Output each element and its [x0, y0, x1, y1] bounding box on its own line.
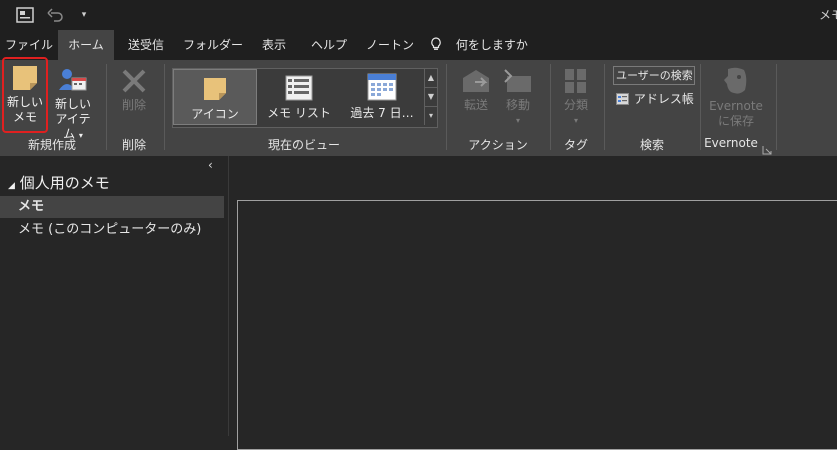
content-area: ‹ ◢ 個人用のメモ メモ メモ (このコンピューターのみ): [0, 156, 837, 450]
scroll-down-icon[interactable]: ▼: [425, 88, 437, 107]
view-icon-label: アイコン: [191, 107, 239, 121]
group-label-evernote: Evernote: [704, 136, 758, 150]
ribbon-separator: [106, 64, 107, 150]
delete-x-icon: [120, 68, 148, 94]
move-label: 移動: [505, 98, 530, 112]
view-icon-option[interactable]: アイコン: [173, 69, 257, 125]
view-last-7-days-label: 過去 7 日…: [350, 106, 414, 120]
group-label-action: アクション: [468, 138, 528, 152]
group-label-tags: タグ: [563, 138, 588, 152]
note-list-icon: [285, 75, 313, 101]
move-button[interactable]: 移動 ▾: [498, 64, 538, 128]
move-icon: [503, 68, 533, 94]
forward-button[interactable]: 転送: [456, 64, 496, 124]
save-to-evernote-button[interactable]: Evernote に保存: [704, 64, 768, 132]
app-icon[interactable]: [15, 5, 35, 25]
new-note-label-1: 新しい: [6, 95, 43, 109]
view-note-list-label: メモ リスト: [267, 106, 331, 120]
forward-label: 転送: [463, 98, 488, 112]
user-search-box[interactable]: ユーザーの検索: [613, 66, 695, 85]
group-label-search: 検索: [639, 138, 664, 152]
new-item-icon: [58, 66, 88, 94]
quick-access-dropdown-icon[interactable]: ▾: [74, 5, 94, 25]
folder-item-notes-local[interactable]: メモ (このコンピューターのみ): [0, 219, 224, 241]
dialog-launcher-icon[interactable]: [762, 140, 772, 155]
tab-norton[interactable]: ノートン: [362, 30, 418, 60]
new-note-button[interactable]: 新しい メモ: [2, 57, 48, 133]
undo-icon[interactable]: [45, 5, 65, 25]
categorize-icon: [564, 68, 588, 94]
gallery-more-icon[interactable]: ▾: [425, 107, 437, 125]
folder-item-label: メモ (このコンピューターのみ): [18, 222, 202, 237]
gallery-scrollbar[interactable]: ▲ ▼ ▾: [424, 69, 437, 125]
address-book-label: アドレス帳: [633, 92, 694, 106]
ribbon-separator: [776, 64, 777, 150]
section-header[interactable]: ◢ 個人用のメモ: [8, 172, 110, 193]
ribbon-separator: [446, 64, 447, 150]
new-item-label-1: 新しい: [54, 97, 91, 111]
view-last-7-days-option[interactable]: 過去 7 日…: [341, 69, 423, 125]
evernote-save-label-2: に保存: [717, 114, 754, 128]
scroll-up-icon[interactable]: ▲: [425, 69, 437, 88]
categorize-dropdown-icon: ▾: [573, 116, 578, 125]
notes-view-area[interactable]: [237, 200, 837, 450]
tab-send-receive[interactable]: 送受信: [118, 30, 174, 60]
ribbon-separator: [604, 64, 605, 150]
new-note-label-2: メモ: [12, 110, 37, 124]
categorize-button[interactable]: 分類 ▾: [556, 64, 596, 128]
tab-view[interactable]: 表示: [252, 30, 296, 60]
note-icon: [202, 76, 228, 102]
tell-me-box[interactable]: 何をしますか: [430, 30, 530, 60]
categorize-label: 分類: [563, 98, 588, 112]
address-book-button[interactable]: アドレス帳: [616, 90, 694, 108]
folder-item-notes[interactable]: メモ: [0, 196, 224, 218]
forward-icon: [461, 68, 491, 94]
new-item-button[interactable]: 新しい アイテム ▾: [50, 60, 96, 141]
move-dropdown-icon: ▾: [515, 116, 520, 125]
tab-help[interactable]: ヘルプ: [304, 30, 354, 60]
window-title: メモ: [818, 8, 837, 22]
delete-button[interactable]: 削除: [112, 64, 156, 124]
note-icon: [11, 64, 39, 92]
ribbon-separator: [550, 64, 551, 150]
tab-home[interactable]: ホーム: [58, 30, 114, 60]
title-bar: ▾ メモ: [0, 0, 837, 30]
view-note-list-option[interactable]: メモ リスト: [257, 69, 341, 125]
evernote-save-label-1: Evernote: [709, 99, 763, 113]
evernote-icon: [722, 66, 750, 96]
calendar-icon: [367, 73, 397, 101]
expand-triangle-icon: ◢: [8, 181, 15, 191]
ribbon: 新しい メモ 新しい アイテム ▾ 新規作成 削除 削除 アイコン メモ リスト: [0, 57, 837, 156]
tab-folder[interactable]: フォルダー: [180, 30, 246, 60]
section-header-label: 個人用のメモ: [19, 174, 110, 192]
group-label-current-view: 現在のビュー: [267, 138, 340, 152]
delete-label: 削除: [121, 98, 146, 112]
lightbulb-icon: [430, 30, 444, 60]
ribbon-tabs: ファイル ホーム 送受信 フォルダー 表示 ヘルプ ノートン 何をしますか: [0, 30, 837, 60]
ribbon-separator: [700, 64, 701, 150]
group-label-delete: 削除: [121, 138, 146, 152]
group-label-new: 新規作成: [27, 138, 76, 152]
address-book-icon: [616, 93, 630, 108]
folder-item-label: メモ: [18, 199, 45, 214]
tell-me-label: 何をしますか: [455, 38, 528, 52]
collapse-chevron-icon[interactable]: ‹: [208, 158, 213, 172]
tab-file[interactable]: ファイル: [4, 30, 54, 60]
folder-pane: ‹ ◢ 個人用のメモ メモ メモ (このコンピューターのみ): [0, 156, 229, 436]
current-view-gallery: アイコン メモ リスト 過去 7 日… ▲ ▼ ▾: [172, 68, 438, 128]
